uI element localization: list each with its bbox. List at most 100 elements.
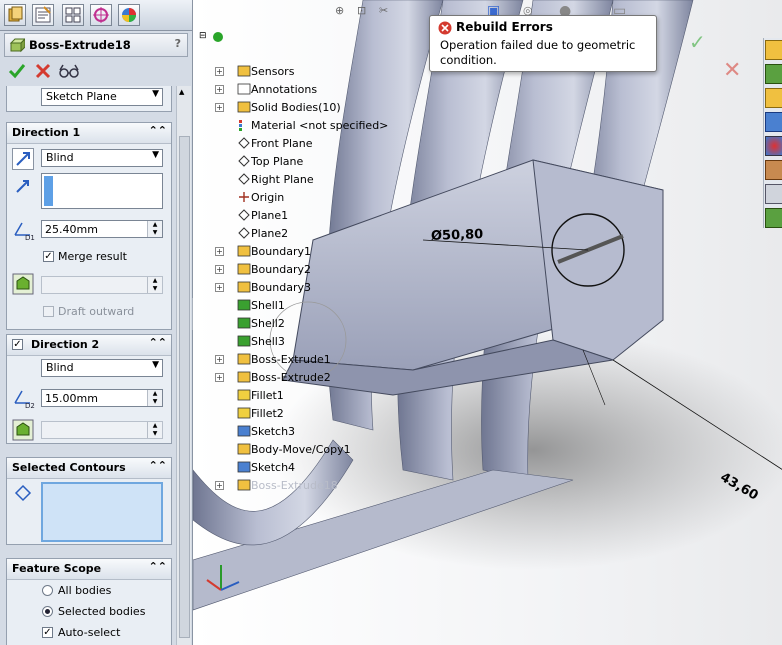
task-pane-tabs (763, 38, 782, 228)
contour-icon (14, 484, 32, 502)
extrude-icon (237, 371, 251, 383)
cancel-x-icon[interactable] (34, 62, 52, 80)
tree-item-label: Boundary3 (251, 281, 311, 294)
configurationmanager-tab[interactable] (62, 4, 84, 26)
expand-plus-icon[interactable]: + (215, 283, 224, 292)
svg-text:D2: D2 (25, 402, 35, 409)
feature-title-bar: Boss-Extrude18 ? (4, 33, 188, 57)
feature-scope-title: Feature Scope (12, 562, 102, 575)
display-manager-tab[interactable] (118, 4, 140, 26)
svg-text:D1: D1 (25, 234, 35, 241)
featuremanager-tab[interactable] (4, 4, 26, 26)
tree-root-collapse-icon[interactable]: ⊟ (199, 31, 207, 41)
draft-outward-checkbox[interactable] (43, 306, 54, 317)
property-manager-scrollbar[interactable]: ▲ (176, 86, 191, 645)
plane-icon (238, 227, 250, 239)
draft-spin-buttons[interactable]: ▲ ▼ (147, 277, 162, 293)
tooltip-title: Rebuild Errors (456, 20, 553, 34)
expand-plus-icon[interactable]: + (215, 265, 224, 274)
depth-spin-buttons[interactable]: ▲ ▼ (147, 221, 162, 237)
annotation-icon (237, 83, 251, 95)
selected-contours-panel: Selected Contours ⌃⌃ (6, 457, 172, 545)
auto-select-label: Auto-select (58, 626, 121, 639)
reverse-direction-icon[interactable] (12, 148, 34, 170)
action-buttons (4, 60, 188, 82)
tree-item-label: Boundary2 (251, 263, 311, 276)
search-icon[interactable] (765, 112, 782, 132)
tree-item-label: Boundary1 (251, 245, 311, 258)
direction1-header[interactable]: Direction 1 ⌃⌃ (7, 123, 171, 144)
file-explorer-icon[interactable] (765, 88, 782, 108)
ok-check-icon[interactable] (8, 62, 26, 80)
all-bodies-radio[interactable] (42, 585, 53, 596)
appearances-icon[interactable] (765, 136, 782, 156)
palette-icon[interactable] (765, 184, 782, 204)
expand-plus-icon[interactable]: + (215, 67, 224, 76)
direction2-end-condition: Blind (46, 361, 74, 374)
collapse-chevron-icon[interactable]: ⌃⌃ (149, 459, 167, 472)
help-button[interactable]: ? (175, 37, 181, 50)
custom-properties-icon[interactable] (765, 160, 782, 180)
extrude-icon (237, 479, 251, 491)
draft-angle-input[interactable]: ▲ ▼ (41, 276, 163, 294)
direction2-depth-input[interactable]: 15.00mm ▲ ▼ (41, 389, 163, 407)
expand-plus-icon[interactable]: + (215, 481, 224, 490)
scrollbar-thumb[interactable] (179, 136, 190, 638)
collapse-chevron-icon[interactable]: ⌃⌃ (149, 124, 167, 137)
expand-plus-icon[interactable]: + (215, 85, 224, 94)
direction2-end-condition-dropdown[interactable]: Blind ▼ (41, 359, 163, 377)
extrude-icon (9, 38, 25, 53)
flyout-feature-tree: ⊟ Sensors + Annotations + Solid Bodies(10) + M… (193, 0, 782, 645)
all-bodies-label: All bodies (58, 584, 112, 597)
direction2-header[interactable]: ✓ Direction 2 ⌃⌃ (7, 335, 171, 356)
tooltip-message: Operation failed due to geometric condit… (440, 38, 636, 67)
draft-icon[interactable] (12, 273, 34, 295)
direction2-checkbox[interactable]: ✓ (12, 339, 23, 350)
plane-icon (238, 209, 250, 221)
propertymanager-tab[interactable] (32, 4, 54, 26)
tree-item-label: Boss-Extrude1 (251, 353, 331, 366)
merge-result-checkbox[interactable]: ✓ (43, 251, 54, 262)
collapse-chevron-icon[interactable]: ⌃⌃ (149, 336, 167, 349)
scroll-up-arrow-icon[interactable]: ▲ (179, 88, 189, 96)
direction1-depth-input[interactable]: 25.40mm ▲ ▼ (41, 220, 163, 238)
plane-icon (238, 137, 250, 149)
design-library-icon[interactable] (765, 64, 782, 84)
direction-vector-selection-box[interactable] (41, 173, 163, 209)
depth-spin-buttons[interactable]: ▲ ▼ (147, 390, 162, 406)
selected-bodies-radio[interactable] (42, 606, 53, 617)
merge-result-label: Merge result (58, 250, 127, 263)
forum-icon[interactable] (765, 208, 782, 228)
graphics-area[interactable]: Ø50,80 43,60 ⊕ ⊡ ✂ ▣ ◎ ● ▭ ✓ ✕ ⊟ Sensors… (193, 0, 782, 645)
sketch-icon (237, 425, 251, 437)
expand-plus-icon[interactable]: + (215, 373, 224, 382)
contours-selection-box[interactable] (41, 482, 163, 542)
preview-glasses-icon[interactable] (58, 62, 80, 80)
chevron-down-icon: ▼ (152, 89, 159, 99)
direction2-draft-input[interactable]: ▲ ▼ (41, 421, 163, 439)
home-icon[interactable] (765, 40, 782, 60)
direction-vector-icon (16, 180, 29, 193)
boundary-icon (237, 245, 251, 257)
collapse-chevron-icon[interactable]: ⌃⌃ (149, 560, 167, 573)
direction2-panel: ✓ Direction 2 ⌃⌃ Blind ▼ D2 15.00mm ▲ ▼ ▲ ▼ (6, 334, 172, 444)
dimxpert-tab[interactable] (90, 4, 112, 26)
draft-spin-buttons[interactable]: ▲ ▼ (147, 422, 162, 438)
auto-select-checkbox[interactable]: ✓ (42, 627, 53, 638)
tree-item-label: Sensors (251, 65, 295, 78)
direction1-end-condition-dropdown[interactable]: Blind ▼ (41, 149, 163, 167)
draft-icon[interactable] (12, 419, 34, 441)
expand-plus-icon[interactable]: + (215, 355, 224, 364)
expand-plus-icon[interactable]: + (215, 103, 224, 112)
chevron-down-icon: ▼ (152, 360, 159, 370)
tree-item-label: Boss-Extrude18 (251, 479, 338, 492)
tree-item-label: Plane1 (251, 209, 289, 222)
plane-icon (238, 155, 250, 167)
shell-icon (237, 317, 251, 329)
expand-plus-icon[interactable]: + (215, 247, 224, 256)
selected-contours-header[interactable]: Selected Contours ⌃⌃ (7, 458, 171, 479)
from-dropdown[interactable]: Sketch Plane ▼ (41, 88, 163, 106)
feature-scope-header[interactable]: Feature Scope ⌃⌃ (7, 559, 171, 580)
tree-item-label: Sketch4 (251, 461, 296, 474)
rebuild-errors-tooltip: Rebuild Errors Operation failed due to g… (429, 15, 657, 72)
